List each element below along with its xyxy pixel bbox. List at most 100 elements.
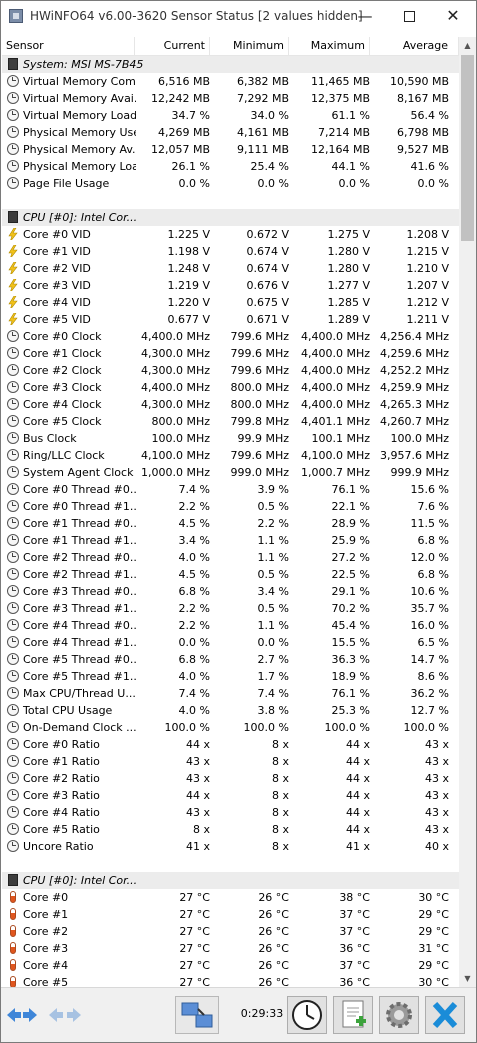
scrollbar-thumb[interactable] bbox=[461, 55, 474, 241]
sensor-row[interactable]: Core #1 Thread #1... 3.4 % 1.1 % 25.9 % 6.8 … bbox=[2, 532, 459, 549]
scroll-up-arrow-icon[interactable]: ▲ bbox=[459, 37, 476, 54]
sensor-row[interactable]: Core #2 Thread #1... 4.5 % 0.5 % 22.5 % 6.8 … bbox=[2, 566, 459, 583]
sensor-row[interactable]: Total CPU Usage 4.0 % 3.8 % 25.3 % 12.7 % bbox=[2, 702, 459, 719]
sensor-name-cell: Virtual Memory Load bbox=[6, 107, 136, 124]
sensor-row[interactable]: Core #3 Clock 4,400.0 MHz 800.0 MHz 4,400.0… bbox=[2, 379, 459, 396]
sensor-row[interactable]: Virtual Memory Com... 6,516 MB 6,382 MB 11,… bbox=[2, 73, 459, 90]
maximize-button[interactable] bbox=[387, 1, 431, 31]
maximum-value: 44.1 % bbox=[331, 160, 370, 173]
sensor-row[interactable]: Core #3 Ratio 44 x 8 x 44 x 43 x bbox=[2, 787, 459, 804]
sensor-row[interactable]: Core #1 27 °C 26 °C 37 °C 29 °C bbox=[2, 906, 459, 923]
sensor-row[interactable]: Core #4 Ratio 43 x 8 x 44 x 43 x bbox=[2, 804, 459, 821]
sensor-row[interactable]: Core #2 VID 1.248 V 0.674 V 1.280 V 1.210 V bbox=[2, 260, 459, 277]
sensor-row[interactable]: Core #5 Thread #1... 4.0 % 1.7 % 18.9 % 8.6 … bbox=[2, 668, 459, 685]
sensor-row[interactable]: Core #4 27 °C 26 °C 37 °C 29 °C bbox=[2, 957, 459, 974]
disabled-navigate-button[interactable] bbox=[45, 996, 85, 1034]
sensor-row[interactable]: Virtual Memory Avai... 12,242 MB 7,292 MB 1… bbox=[2, 90, 459, 107]
title-bar[interactable]: HWiNFO64 v6.00-3620 Sensor Status [2 val… bbox=[1, 1, 476, 31]
sensor-row[interactable]: Core #3 27 °C 26 °C 36 °C 31 °C bbox=[2, 940, 459, 957]
current-value: 12,057 MB bbox=[150, 143, 210, 156]
column-sensor[interactable]: Sensor bbox=[2, 37, 135, 55]
close-window-button[interactable]: ✕ bbox=[431, 1, 475, 31]
sensor-row[interactable]: On-Demand Clock ... 100.0 % 100.0 % 100.0 %… bbox=[2, 719, 459, 736]
network-button[interactable] bbox=[175, 996, 219, 1034]
sensor-name: Core #3 Clock bbox=[23, 381, 102, 394]
sensor-name: Core #4 Thread #1... bbox=[23, 636, 136, 649]
current-value: 4.0 % bbox=[178, 704, 210, 717]
vertical-scrollbar[interactable]: ▲ ▼ bbox=[459, 37, 476, 987]
clock-icon bbox=[7, 619, 19, 631]
sensor-row[interactable]: Core #2 Thread #0... 4.0 % 1.1 % 27.2 % 12.0… bbox=[2, 549, 459, 566]
section-header-row[interactable]: System: MSI MS-7B45 bbox=[2, 56, 459, 73]
sensor-row[interactable]: Physical Memory Av... 12,057 MB 9,111 MB 12… bbox=[2, 141, 459, 158]
sensor-row[interactable]: Core #0 Thread #0... 7.4 % 3.9 % 76.1 % 15.6… bbox=[2, 481, 459, 498]
sensor-row[interactable]: Core #2 27 °C 26 °C 37 °C 29 °C bbox=[2, 923, 459, 940]
sensor-row[interactable]: Core #3 VID 1.219 V 0.676 V 1.277 V 1.207 V bbox=[2, 277, 459, 294]
maximum-value: 18.9 % bbox=[331, 670, 370, 683]
sensor-row[interactable]: Core #5 27 °C 26 °C 36 °C 30 °C bbox=[2, 974, 459, 987]
sensor-name: Core #4 bbox=[23, 959, 69, 972]
sensor-row[interactable]: Core #5 Clock 800.0 MHz 799.8 MHz 4,401.1 M… bbox=[2, 413, 459, 430]
sensor-row[interactable]: Uncore Ratio 41 x 8 x 41 x 40 x bbox=[2, 838, 459, 855]
current-value: 27 °C bbox=[179, 976, 210, 987]
maximum-value: 1.280 V bbox=[327, 245, 370, 258]
sensor-row[interactable]: System Agent Clock 1,000.0 MHz 999.0 MHz 1,… bbox=[2, 464, 459, 481]
sensor-row[interactable]: Core #0 Clock 4,400.0 MHz 799.6 MHz 4,400.0… bbox=[2, 328, 459, 345]
navigate-arrows-button[interactable] bbox=[4, 996, 40, 1034]
sensor-row[interactable]: Core #5 Thread #0... 6.8 % 2.7 % 36.3 % 14.7… bbox=[2, 651, 459, 668]
average-value: 6.8 % bbox=[417, 534, 449, 547]
sensor-row[interactable]: Core #2 Ratio 43 x 8 x 44 x 43 x bbox=[2, 770, 459, 787]
sensor-row[interactable]: Core #5 VID 0.677 V 0.671 V 1.289 V 1.211 V bbox=[2, 311, 459, 328]
sensor-row[interactable]: Core #0 Ratio 44 x 8 x 44 x 43 x bbox=[2, 736, 459, 753]
sensor-row[interactable]: Bus Clock 100.0 MHz 99.9 MHz 100.1 MHz 100.0… bbox=[2, 430, 459, 447]
average-value: 1.211 V bbox=[406, 313, 449, 326]
sensor-row[interactable]: Max CPU/Thread U... 7.4 % 7.4 % 76.1 % 36.2 … bbox=[2, 685, 459, 702]
clock-button[interactable] bbox=[287, 996, 327, 1034]
sensor-name: Core #3 Thread #1... bbox=[23, 602, 136, 615]
sensor-row[interactable]: Core #4 VID 1.220 V 0.675 V 1.285 V 1.212 V bbox=[2, 294, 459, 311]
clock-icon bbox=[7, 143, 19, 155]
sensor-row[interactable]: Core #0 VID 1.225 V 0.672 V 1.275 V 1.208 V bbox=[2, 226, 459, 243]
settings-button[interactable] bbox=[379, 996, 419, 1034]
sensor-row[interactable]: Core #1 VID 1.198 V 0.674 V 1.280 V 1.215 V bbox=[2, 243, 459, 260]
report-button[interactable] bbox=[333, 996, 373, 1034]
sensor-row[interactable]: Core #4 Thread #0... 2.2 % 1.1 % 45.4 % 16.0… bbox=[2, 617, 459, 634]
sensor-row[interactable]: Core #4 Thread #1... 0.0 % 0.0 % 15.5 % 6.5 … bbox=[2, 634, 459, 651]
minimize-button[interactable]: — bbox=[343, 1, 387, 31]
sensor-row[interactable]: Core #2 Clock 4,300.0 MHz 799.6 MHz 4,400.0… bbox=[2, 362, 459, 379]
section-label: CPU [#0]: Intel Cor... bbox=[23, 874, 138, 887]
sensor-row[interactable]: Core #1 Clock 4,300.0 MHz 799.6 MHz 4,400.0… bbox=[2, 345, 459, 362]
column-current[interactable]: Current bbox=[135, 37, 210, 55]
average-value: 11.5 % bbox=[410, 517, 449, 530]
sensor-row[interactable]: Physical Memory Load 26.1 % 25.4 % 44.1 % 41… bbox=[2, 158, 459, 175]
column-maximum[interactable]: Maximum bbox=[289, 37, 370, 55]
sensor-row[interactable]: Core #5 Ratio 8 x 8 x 44 x 43 x bbox=[2, 821, 459, 838]
sensor-row[interactable]: Core #4 Clock 4,300.0 MHz 800.0 MHz 4,400.0… bbox=[2, 396, 459, 413]
sensor-row[interactable]: Ring/LLC Clock 4,100.0 MHz 799.6 MHz 4,100.… bbox=[2, 447, 459, 464]
sensor-row[interactable]: Core #3 Thread #1... 2.2 % 0.5 % 70.2 % 35.7… bbox=[2, 600, 459, 617]
sensor-row[interactable]: Core #1 Thread #0... 4.5 % 2.2 % 28.9 % 11.5… bbox=[2, 515, 459, 532]
sensor-name: Core #3 VID bbox=[23, 279, 91, 292]
sensor-name-cell: Page File Usage bbox=[6, 175, 136, 192]
maximum-value: 100.0 % bbox=[324, 721, 370, 734]
scroll-down-arrow-icon[interactable]: ▼ bbox=[459, 970, 476, 987]
average-value: 12.0 % bbox=[410, 551, 449, 564]
sensor-row[interactable]: Virtual Memory Load 34.7 % 34.0 % 61.1 % 56.… bbox=[2, 107, 459, 124]
clock-icon bbox=[7, 636, 19, 648]
column-minimum[interactable]: Minimum bbox=[210, 37, 289, 55]
sensor-row[interactable]: Physical Memory Used 4,269 MB 4,161 MB 7,21… bbox=[2, 124, 459, 141]
thermometer-icon bbox=[10, 942, 16, 954]
section-header-row[interactable]: CPU [#0]: Intel Cor... bbox=[2, 872, 459, 889]
column-average[interactable]: Average bbox=[370, 37, 459, 55]
sensor-row[interactable]: Core #0 Thread #1... 2.2 % 0.5 % 22.1 % 7.6 … bbox=[2, 498, 459, 515]
current-value: 0.0 % bbox=[178, 177, 210, 190]
minimum-value: 8 x bbox=[271, 789, 289, 802]
sensor-row[interactable]: Core #3 Thread #0... 6.8 % 3.4 % 29.1 % 10.6… bbox=[2, 583, 459, 600]
sensor-row[interactable]: Core #1 Ratio 43 x 8 x 44 x 43 x bbox=[2, 753, 459, 770]
section-header-row[interactable]: CPU [#0]: Intel Cor... bbox=[2, 209, 459, 226]
sensor-row[interactable]: Core #0 27 °C 26 °C 38 °C 30 °C bbox=[2, 889, 459, 906]
close-sensors-button[interactable] bbox=[425, 996, 465, 1034]
sensor-name: Total CPU Usage bbox=[23, 704, 113, 717]
maximum-value: 4,400.0 MHz bbox=[300, 330, 370, 343]
sensor-row[interactable]: Page File Usage 0.0 % 0.0 % 0.0 % 0.0 % bbox=[2, 175, 459, 192]
